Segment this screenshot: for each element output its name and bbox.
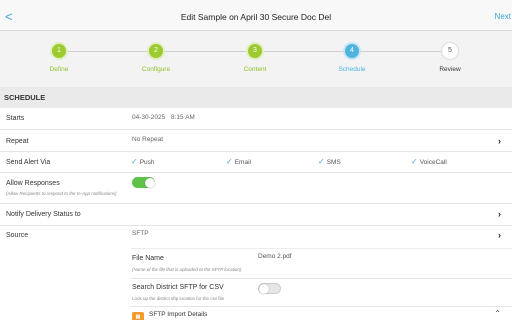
step-label: Content	[243, 66, 267, 73]
sftp-import-row[interactable]: SFTP Import Details ⌃	[131, 306, 512, 320]
alert-option-label: Email	[234, 159, 251, 166]
source-label: Source	[6, 232, 29, 239]
nav-bar: < Edit Sample on April 30 Secure Doc Del…	[0, 5, 512, 31]
allow-responses-label: Allow Responses	[6, 180, 60, 187]
next-button[interactable]: Next	[495, 12, 511, 21]
step-number: 3	[246, 42, 264, 60]
sftp-import-label: SFTP Import Details	[149, 311, 208, 318]
wizard-stepper: 1 Define 2 Configure 3 Content 4 Schedul…	[0, 31, 512, 87]
search-sftp-label: Search District SFTP for CSV	[132, 284, 224, 291]
step-number: 2	[147, 42, 165, 60]
alert-option-label: VoiceCall	[419, 159, 447, 166]
send-alert-label: Send Alert Via	[6, 159, 51, 166]
send-alert-row: Send Alert Via ✓ Push ✓ Email ✓ SMS ✓ VoiceC…	[0, 152, 512, 173]
search-sftp-toggle[interactable]	[258, 283, 281, 294]
repeat-label: Repeat	[6, 138, 29, 145]
repeat-row[interactable]: Repeat No Repeat ›	[0, 130, 512, 152]
step-configure[interactable]: 2 Configure	[116, 42, 196, 73]
file-name-block[interactable]: File Name Demo 2.pdf (Name of the file t…	[131, 248, 512, 278]
starts-row[interactable]: Starts 04-30-2025 8:15 AM	[0, 108, 512, 130]
file-name-label: File Name	[132, 255, 164, 262]
search-sftp-block: Search District SFTP for CSV Look up the…	[131, 278, 512, 306]
alert-option-label: Push	[139, 159, 155, 166]
file-name-value[interactable]: Demo 2.pdf	[258, 253, 292, 260]
section-header: SCHEDULE	[0, 87, 512, 108]
file-name-note: (Name of the file that is uploaded to th…	[132, 267, 242, 272]
alert-push-checkbox[interactable]: ✓ Push	[131, 157, 155, 166]
sftp-icon: ▤	[132, 312, 144, 320]
allow-responses-toggle[interactable]	[132, 177, 155, 188]
starts-label: Starts	[6, 115, 25, 122]
step-number: 4	[343, 42, 361, 60]
chevron-right-icon: ›	[498, 230, 501, 240]
step-number: 5	[441, 42, 459, 60]
step-number: 1	[50, 42, 68, 60]
step-label: Define	[49, 66, 69, 73]
start-time-field[interactable]: 8:15 AM	[171, 114, 195, 121]
chevron-right-icon: ›	[498, 136, 501, 146]
allow-responses-row: Allow Responses (Allow Recipients to res…	[0, 173, 512, 204]
step-content[interactable]: 3 Content	[215, 42, 295, 73]
step-label: Configure	[141, 66, 171, 73]
step-label: Schedule	[338, 66, 366, 73]
step-schedule[interactable]: 4 Schedule	[312, 42, 392, 73]
search-sftp-note: Look up the district sftp location for t…	[132, 296, 225, 301]
toggle-knob	[259, 284, 269, 294]
notify-delivery-row[interactable]: Notify Delivery Status to ›	[0, 204, 512, 226]
page-title: Edit Sample on April 30 Secure Doc Del	[180, 12, 332, 22]
step-label: Review	[439, 66, 461, 73]
step-review[interactable]: 5 Review	[410, 42, 490, 73]
checkmark-icon: ✓	[318, 157, 325, 166]
alert-email-checkbox[interactable]: ✓ Email	[226, 157, 251, 166]
start-date-field[interactable]: 04-30-2025	[132, 114, 165, 121]
allow-responses-note: (Allow Recipients to respond to the In-A…	[6, 191, 117, 196]
toggle-knob	[144, 177, 155, 188]
checkmark-icon: ✓	[131, 157, 138, 166]
chevron-right-icon: ›	[498, 209, 501, 219]
checkmark-icon: ✓	[411, 157, 418, 166]
step-define[interactable]: 1 Define	[19, 42, 99, 73]
chevron-up-icon[interactable]: ⌃	[494, 309, 501, 318]
repeat-value: No Repeat	[132, 136, 164, 143]
checkmark-icon: ✓	[226, 157, 233, 166]
alert-voicecall-checkbox[interactable]: ✓ VoiceCall	[411, 157, 447, 166]
alert-option-label: SMS	[326, 159, 341, 166]
notify-delivery-label: Notify Delivery Status to	[6, 211, 81, 218]
source-value: SFTP	[132, 230, 149, 237]
alert-sms-checkbox[interactable]: ✓ SMS	[318, 157, 341, 166]
